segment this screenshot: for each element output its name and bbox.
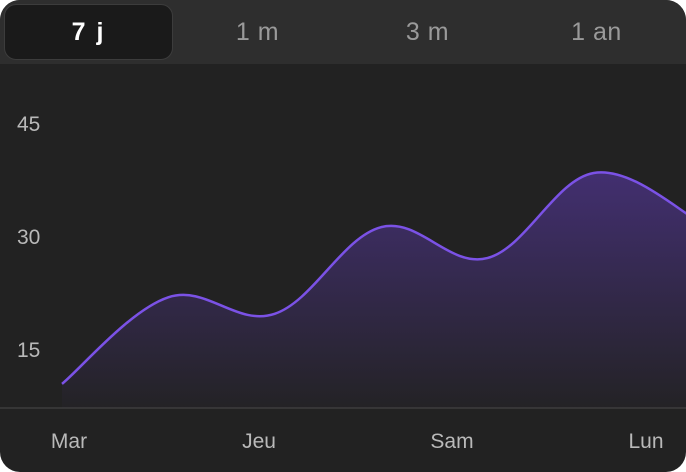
tab-1-month[interactable]: 1 m	[173, 4, 342, 60]
x-tick-label: Lun	[628, 430, 663, 453]
x-tick-label: Mar	[51, 430, 87, 453]
tab-7-days[interactable]: 7 j	[4, 4, 173, 60]
tab-1-year[interactable]: 1 an	[512, 4, 681, 60]
x-tick-label: Sam	[430, 430, 473, 453]
y-tick-label: 45	[17, 113, 40, 136]
chart-card: 7 j 1 m 3 m 1 an 15 30 45 Mar Jeu Sam Lun	[0, 0, 686, 472]
x-tick-label: Jeu	[242, 430, 276, 453]
period-selector: 7 j 1 m 3 m 1 an	[0, 0, 686, 64]
y-axis-ticks: 15 30 45	[17, 113, 40, 362]
y-tick-label: 15	[17, 339, 40, 362]
area-fill	[62, 172, 686, 408]
area-chart: 15 30 45 Mar Jeu Sam Lun	[0, 113, 686, 453]
tab-3-months[interactable]: 3 m	[343, 4, 512, 60]
x-axis-ticks: Mar Jeu Sam Lun	[51, 430, 664, 453]
y-tick-label: 30	[17, 226, 40, 249]
